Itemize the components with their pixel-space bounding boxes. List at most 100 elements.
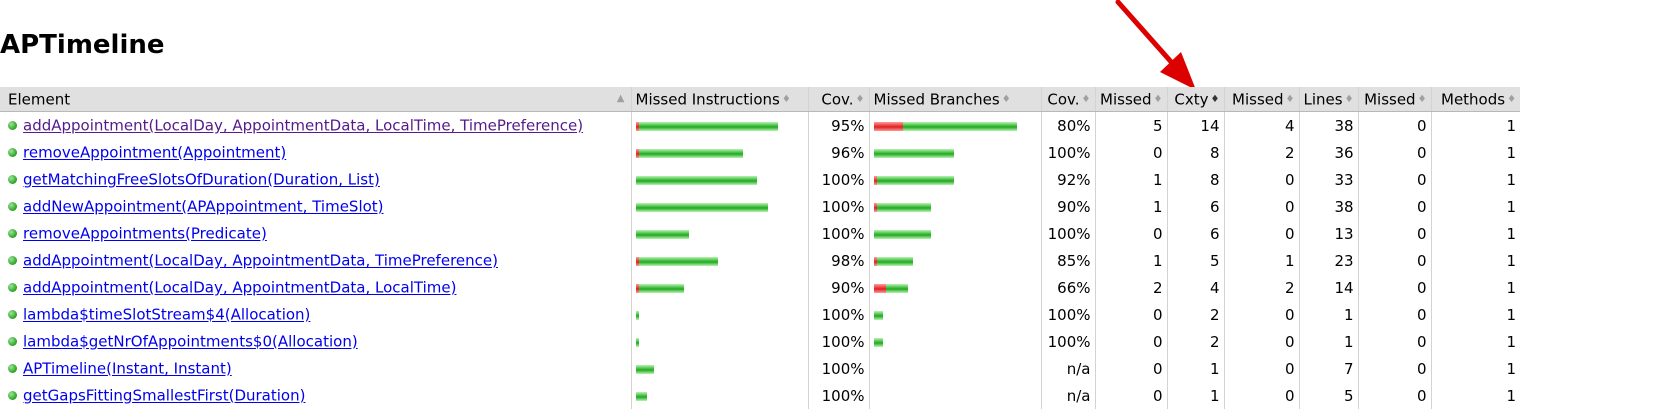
lines: 7 bbox=[1298, 355, 1359, 382]
table-row: addAppointment(LocalDay, AppointmentData… bbox=[0, 111, 1521, 140]
sort-icon: ♦ bbox=[781, 93, 791, 105]
header-missed-cxty[interactable]: Missed ♦ bbox=[1094, 87, 1167, 112]
covered-segment bbox=[638, 283, 684, 293]
header-missed-methods[interactable]: Missed ♦ bbox=[1357, 87, 1432, 112]
covered-segment bbox=[876, 256, 913, 266]
covered-segment bbox=[638, 148, 743, 158]
missed-segment bbox=[873, 121, 903, 131]
element-cell: addAppointment(LocalDay, AppointmentData… bbox=[0, 112, 631, 140]
methods: 1 bbox=[1430, 220, 1521, 247]
method-link[interactable]: addAppointment(LocalDay, AppointmentData… bbox=[23, 117, 583, 135]
lines: 23 bbox=[1298, 247, 1359, 274]
missed-lines: 0 bbox=[1223, 193, 1299, 220]
header-missed-branches[interactable]: Missed Branches ♦ bbox=[868, 87, 1041, 112]
method-link[interactable]: removeAppointment(Appointment) bbox=[23, 144, 286, 162]
method-link[interactable]: addAppointment(LocalDay, AppointmentData… bbox=[23, 252, 498, 270]
element-cell: removeAppointments(Predicate) bbox=[0, 220, 631, 247]
sort-icon: ♦ bbox=[855, 93, 865, 105]
missed-lines: 1 bbox=[1223, 247, 1299, 274]
element-cell: addNewAppointment(APAppointment, TimeSlo… bbox=[0, 193, 631, 220]
branches-coverage: 92% bbox=[1040, 166, 1095, 193]
missed-instructions-bar-cell bbox=[630, 355, 808, 382]
sort-icon: ▲︎ bbox=[616, 93, 625, 104]
element-cell: APTimeline(Instant, Instant) bbox=[0, 355, 631, 382]
cxty: 8 bbox=[1166, 166, 1224, 193]
missed-lines: 2 bbox=[1223, 139, 1299, 166]
method-icon bbox=[8, 175, 17, 185]
header-methods[interactable]: Methods ♦ bbox=[1430, 87, 1521, 112]
missed-methods: 0 bbox=[1357, 193, 1432, 220]
table-row: removeAppointment(Appointment) 96% 100% 0 8 2… bbox=[0, 139, 1521, 166]
instructions-bar bbox=[635, 148, 743, 158]
missed-instructions-bar-cell bbox=[630, 193, 808, 220]
covered-segment bbox=[635, 337, 639, 347]
missed-segment bbox=[873, 283, 886, 293]
method-link[interactable]: APTimeline(Instant, Instant) bbox=[23, 360, 232, 378]
method-link[interactable]: removeAppointments(Predicate) bbox=[23, 225, 267, 243]
header-cov-instructions[interactable]: Cov. ♦ bbox=[807, 87, 869, 112]
branches-coverage: 85% bbox=[1040, 247, 1095, 274]
method-link[interactable]: getMatchingFreeSlotsOfDuration(Duration,… bbox=[23, 171, 380, 189]
missed-methods: 0 bbox=[1357, 328, 1432, 355]
instructions-bar bbox=[635, 337, 639, 347]
header-lines[interactable]: Lines ♦ bbox=[1298, 87, 1359, 112]
missed-cxty: 0 bbox=[1094, 382, 1167, 409]
cxty: 6 bbox=[1166, 193, 1224, 220]
missed-branches-bar-cell bbox=[868, 382, 1041, 409]
method-link[interactable]: lambda$timeSlotStream$4(Allocation) bbox=[23, 306, 310, 324]
covered-segment bbox=[635, 202, 768, 212]
missed-methods: 0 bbox=[1357, 220, 1432, 247]
missed-branches-bar-cell bbox=[868, 220, 1041, 247]
instructions-bar bbox=[635, 256, 718, 266]
missed-instructions-bar-cell bbox=[630, 220, 808, 247]
cxty: 1 bbox=[1166, 382, 1224, 409]
instructions-coverage: 100% bbox=[807, 382, 869, 409]
sort-icon: ♦ bbox=[1153, 93, 1163, 105]
instructions-coverage: 100% bbox=[807, 328, 869, 355]
branches-coverage: 100% bbox=[1040, 328, 1095, 355]
covered-segment bbox=[635, 310, 639, 320]
covered-segment bbox=[873, 310, 883, 320]
method-link[interactable]: getGapsFittingSmallestFirst(Duration) bbox=[23, 387, 305, 405]
header-element[interactable]: Element ▲︎ bbox=[0, 87, 631, 112]
missed-branches-bar-cell bbox=[868, 193, 1041, 220]
branches-coverage: n/a bbox=[1040, 382, 1095, 409]
instructions-bar bbox=[635, 364, 654, 374]
header-cov-branches[interactable]: Cov. ♦ bbox=[1040, 87, 1095, 112]
missed-branches-bar-cell bbox=[868, 247, 1041, 274]
instructions-coverage: 90% bbox=[807, 274, 869, 301]
sort-icon: ♦ bbox=[1285, 93, 1295, 105]
branches-bar bbox=[873, 229, 931, 239]
missed-cxty: 0 bbox=[1094, 220, 1167, 247]
missed-lines: 4 bbox=[1223, 111, 1299, 139]
lines: 1 bbox=[1298, 328, 1359, 355]
methods: 1 bbox=[1430, 139, 1521, 166]
header-missed-lines[interactable]: Missed ♦ bbox=[1223, 87, 1299, 112]
lines: 1 bbox=[1298, 301, 1359, 328]
missed-methods: 0 bbox=[1357, 274, 1432, 301]
instructions-coverage: 98% bbox=[807, 247, 869, 274]
method-icon bbox=[8, 148, 17, 158]
instructions-coverage: 100% bbox=[807, 220, 869, 247]
cxty: 6 bbox=[1166, 220, 1224, 247]
table-row: addNewAppointment(APAppointment, TimeSlo… bbox=[0, 193, 1521, 220]
method-link[interactable]: lambda$getNrOfAppointments$0(Allocation) bbox=[23, 333, 358, 351]
header-missed-instructions[interactable]: Missed Instructions ♦ bbox=[630, 87, 808, 112]
lines: 13 bbox=[1298, 220, 1359, 247]
missed-lines: 2 bbox=[1223, 274, 1299, 301]
header-cxty[interactable]: Cxty ♦ bbox=[1166, 87, 1224, 112]
missed-branches-bar-cell bbox=[868, 274, 1041, 301]
missed-cxty: 0 bbox=[1094, 301, 1167, 328]
element-cell: lambda$getNrOfAppointments$0(Allocation) bbox=[0, 328, 631, 355]
branches-bar bbox=[873, 148, 954, 158]
covered-segment bbox=[638, 121, 778, 131]
method-link[interactable]: addAppointment(LocalDay, AppointmentData… bbox=[23, 279, 456, 297]
missed-methods: 0 bbox=[1357, 111, 1432, 139]
missed-instructions-bar-cell bbox=[630, 301, 808, 328]
table-header: Element ▲︎ Missed Instructions ♦ Cov. ♦ Mi… bbox=[0, 87, 1521, 112]
cxty: 4 bbox=[1166, 274, 1224, 301]
covered-segment bbox=[876, 202, 931, 212]
sort-icon: ♦ bbox=[1001, 93, 1011, 105]
element-cell: getMatchingFreeSlotsOfDuration(Duration,… bbox=[0, 166, 631, 193]
method-link[interactable]: addNewAppointment(APAppointment, TimeSlo… bbox=[23, 198, 384, 216]
